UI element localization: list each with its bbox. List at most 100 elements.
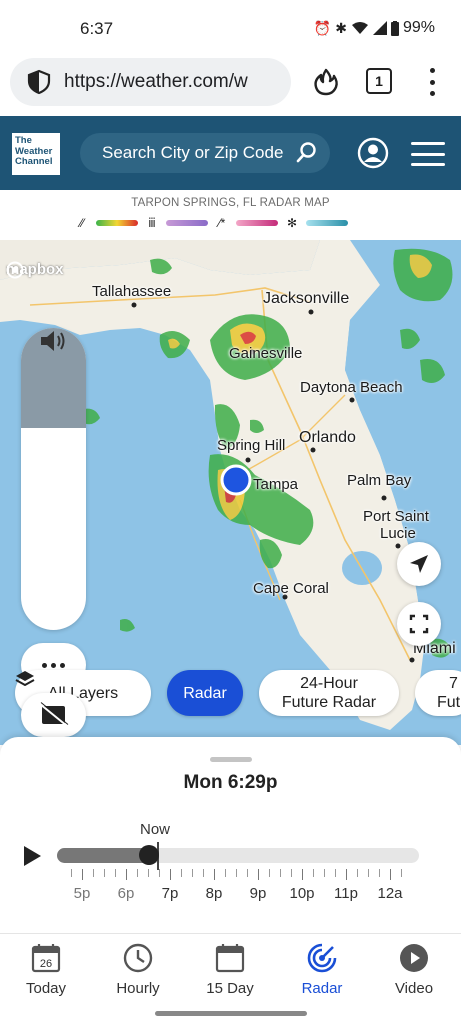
search-input[interactable]: Search City or Zip Code <box>80 133 330 173</box>
calendar-day-icon: 26 <box>31 944 61 973</box>
hamburger-menu-button[interactable] <box>411 142 445 166</box>
layers-icon <box>15 671 35 686</box>
account-icon[interactable] <box>357 137 389 169</box>
hide-legend-button[interactable] <box>21 693 86 737</box>
timeline-tick <box>269 869 270 877</box>
nav-today[interactable]: 26 Today <box>6 942 86 997</box>
future-radar-chip[interactable]: 24-Hour Future Radar <box>259 670 399 716</box>
timeline-tick <box>192 869 193 877</box>
radar-icon <box>307 943 337 973</box>
no-image-icon[interactable] <box>21 693 86 737</box>
play-icon[interactable] <box>22 845 42 867</box>
radar-map-title: TARPON SPRINGS, FL RADAR MAP <box>131 197 330 209</box>
weather-channel-logo[interactable]: The Weather Channel <box>12 133 60 175</box>
timeline-tick <box>236 869 237 877</box>
status-icons: ⏰ ✱ 99% <box>314 19 435 37</box>
city-label-jacksonville: Jacksonville <box>263 290 350 307</box>
sheet-drag-handle[interactable] <box>210 757 252 762</box>
timeline-tick <box>390 869 391 880</box>
rain-scale <box>96 220 138 226</box>
timeline-scrubber[interactable] <box>57 842 419 870</box>
tab-switcher-button[interactable]: 1 <box>366 68 392 94</box>
clock-icon <box>123 943 153 973</box>
browser-toolbar: https://weather.com/w 1 <box>0 56 461 112</box>
city-label-spring-hill: Spring Hill <box>217 437 286 454</box>
url-text[interactable]: https://weather.com/w <box>64 71 248 93</box>
svg-text:26: 26 <box>40 958 52 970</box>
calendar-icon <box>215 944 245 973</box>
city-label-port-saint-lucie-2: Lucie <box>380 525 416 542</box>
browser-menu-button[interactable] <box>422 66 442 98</box>
timeline-hour-labels: 5p 6p 7p 8p 9p 10p 11p 12a <box>0 885 461 905</box>
timeline-tick <box>324 869 325 877</box>
alarm-icon: ⏰ <box>313 19 332 36</box>
timeline-tick <box>71 869 72 877</box>
timeline-hour-label: 10p <box>289 885 315 902</box>
volume-icon[interactable] <box>39 328 69 354</box>
signal-icon <box>372 21 387 35</box>
timeline-tick <box>335 869 336 877</box>
timeline-tick <box>203 869 204 877</box>
mix-scale <box>236 220 278 226</box>
shield-icon[interactable] <box>26 69 52 95</box>
timeline-hour-label: 9p <box>249 885 267 902</box>
timeline-tick <box>247 869 248 877</box>
timeline-tick <box>214 869 215 880</box>
fullscreen-icon[interactable] <box>397 602 441 646</box>
opacity-slider[interactable] <box>21 328 86 630</box>
timeline-hour-label: 12a <box>377 885 403 902</box>
timeline-tick <box>115 869 116 877</box>
timeline-ticks <box>57 869 419 881</box>
nav-video[interactable]: Video <box>374 942 454 997</box>
home-indicator <box>155 1011 307 1016</box>
url-bar[interactable]: https://weather.com/w <box>10 58 291 106</box>
play-circle-icon <box>400 944 428 972</box>
radar-chip[interactable]: Radar <box>167 670 243 716</box>
city-label-port-saint-lucie: Port Saint <box>363 508 429 525</box>
mapbox-logo-icon <box>6 261 24 279</box>
timeline-tick <box>126 869 127 880</box>
mix-icon: ⁄* <box>218 216 226 230</box>
timeline-tick <box>379 869 380 877</box>
timeline-tick <box>280 869 281 877</box>
timeline-tick <box>357 869 358 877</box>
timeline-tick <box>93 869 94 877</box>
mapbox-attribution[interactable]: mapbox <box>6 261 64 279</box>
status-bar: 6:37 ⏰ ✱ 99% <box>0 0 461 56</box>
nav-hourly[interactable]: Hourly <box>98 942 178 997</box>
timeline-handle[interactable] <box>139 845 159 865</box>
search-icon[interactable] <box>294 141 318 165</box>
snow-scale <box>306 220 348 226</box>
ice-icon: ⅲ <box>148 216 156 230</box>
city-label-gainesville: Gainesville <box>229 345 303 362</box>
bluetooth-icon: ✱ <box>335 19 347 36</box>
timeline-tick <box>258 869 259 880</box>
timeline-tick <box>148 869 149 877</box>
city-label-cape-coral: Cape Coral <box>253 580 329 597</box>
fullscreen-button[interactable] <box>397 602 441 646</box>
timeline-hour-label: 6p <box>117 885 135 902</box>
timeline-tick <box>368 869 369 877</box>
my-location-button[interactable] <box>397 542 441 586</box>
timeline-hour-label: 7p <box>161 885 179 902</box>
flame-icon[interactable] <box>312 68 340 96</box>
battery-percent: 99% <box>402 19 435 36</box>
city-label-daytona-beach: Daytona Beach <box>300 379 403 396</box>
navigation-arrow-icon[interactable] <box>397 542 441 586</box>
timeline-current-time: Mon 6:29p <box>183 772 278 793</box>
timeline-tick <box>82 869 83 880</box>
timeline-tick <box>181 869 182 877</box>
nav-15-day[interactable]: 15 Day <box>190 942 270 997</box>
timeline-sheet: Mon 6:29p Now 5p 6p 7p 8p 9p 10p 11p 12a <box>0 737 461 933</box>
timeline-hour-label: 5p <box>73 885 91 902</box>
search-placeholder: Search City or Zip Code <box>102 143 284 162</box>
timeline-tick <box>170 869 171 880</box>
city-label-palm-bay: Palm Bay <box>347 472 412 489</box>
timeline-tick <box>104 869 105 877</box>
city-label-tampa: Tampa <box>253 476 299 493</box>
radar-legend: TARPON SPRINGS, FL RADAR MAP ⁄⁄ ⅲ ⁄* ✻ <box>0 190 461 240</box>
partial-chip[interactable]: 7 Fut <box>415 670 461 716</box>
now-label: Now <box>140 821 171 838</box>
nav-radar[interactable]: Radar <box>282 942 362 997</box>
radar-map[interactable]: mapbox Tallahassee Jacksonville Gainesvi… <box>0 240 461 745</box>
